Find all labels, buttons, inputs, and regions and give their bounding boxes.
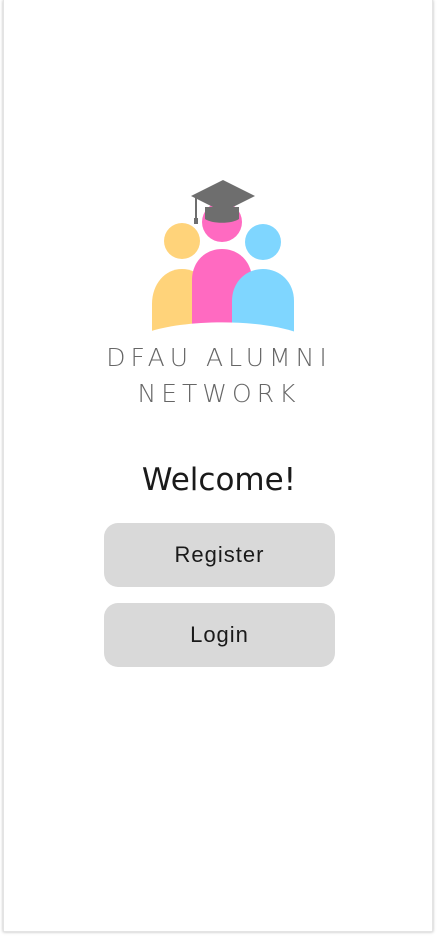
register-button[interactable]: Register (104, 523, 335, 587)
logo-right-head (245, 224, 281, 260)
logo-right-body (232, 269, 294, 332)
graduation-cap-tassel-end (194, 218, 198, 224)
app-screen: DFAU ALUMNI NETWORK Welcome! Register Lo… (3, 0, 433, 932)
login-button[interactable]: Login (104, 603, 335, 667)
graduation-cap-board (191, 180, 255, 212)
logo-title-line1: DFAU ALUMNI (106, 343, 332, 372)
logo-title-line2: NETWORK (137, 379, 301, 408)
welcome-heading: Welcome! (141, 462, 297, 498)
alumni-logo-icon (148, 180, 298, 338)
logo-left-head (164, 223, 200, 259)
